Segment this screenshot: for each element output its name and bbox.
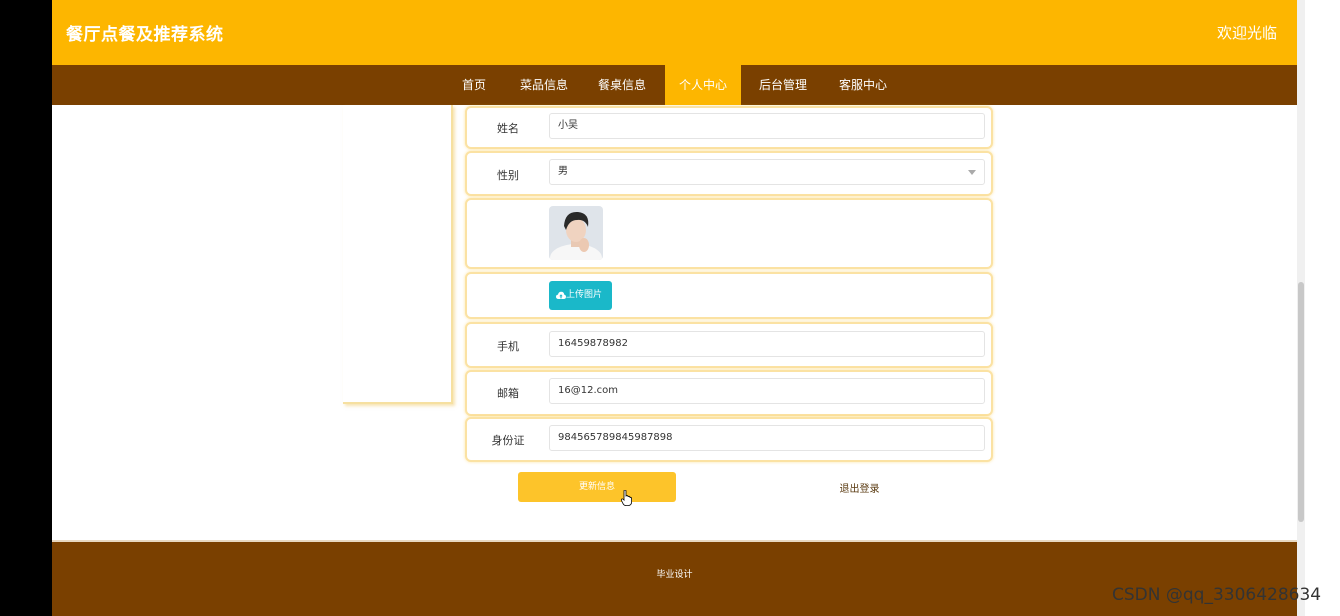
site-title: 餐厅点餐及推荐系统: [66, 25, 224, 45]
gender-select[interactable]: 男: [549, 159, 985, 185]
nav-item-admin[interactable]: 后台管理: [753, 65, 813, 105]
footer-text: 毕业设计: [656, 570, 693, 580]
screen-edge: [1305, 0, 1340, 616]
form-row-upload: 上传图片: [465, 272, 993, 319]
form-row-gender: 性别 男: [465, 151, 993, 196]
sidebar-card: [343, 105, 453, 404]
header: 餐厅点餐及推荐系统 欢迎光临: [52, 0, 1297, 65]
user-photo-icon: [549, 206, 603, 260]
watermark: CSDN @qq_3306428634: [1112, 585, 1322, 605]
footer: 毕业设计: [52, 540, 1297, 616]
nav-item-tables[interactable]: 餐桌信息: [593, 65, 651, 105]
update-info-button[interactable]: 更新信息: [518, 472, 676, 502]
nav-item-home[interactable]: 首页: [453, 65, 495, 105]
idcard-input[interactable]: 984565789845987898: [549, 425, 985, 451]
welcome-text: 欢迎光临: [1216, 24, 1277, 42]
name-input[interactable]: 小吴: [549, 113, 985, 139]
hand-cursor-icon: [621, 490, 632, 506]
form-row-email: 邮箱 16@12.com: [465, 370, 993, 416]
gender-label: 性别: [497, 169, 519, 182]
email-label: 邮箱: [497, 387, 519, 400]
chevron-down-icon: [968, 170, 976, 175]
name-label: 姓名: [497, 122, 519, 135]
main-nav: 首页 菜品信息 餐桌信息 个人中心 后台管理 客服中心: [52, 65, 1297, 105]
cloud-upload-icon: [556, 291, 566, 299]
form-row-avatar: [465, 198, 993, 269]
email-input[interactable]: 16@12.com: [549, 378, 985, 404]
nav-item-service[interactable]: 客服中心: [833, 65, 893, 105]
form-row-phone: 手机 16459878982: [465, 322, 993, 368]
nav-item-profile[interactable]: 个人中心: [665, 65, 741, 105]
upload-image-button[interactable]: 上传图片: [549, 281, 612, 310]
form-row-idcard: 身份证 984565789845987898: [465, 417, 993, 462]
gender-value: 男: [558, 166, 568, 177]
scrollbar-thumb[interactable]: [1298, 282, 1304, 522]
phone-label: 手机: [497, 340, 519, 353]
phone-input[interactable]: 16459878982: [549, 331, 985, 357]
scrollbar[interactable]: [1297, 0, 1305, 616]
avatar-image: [549, 206, 603, 260]
form-row-name: 姓名 小吴: [465, 106, 993, 149]
upload-label: 上传图片: [566, 290, 603, 300]
nav-item-dishes[interactable]: 菜品信息: [515, 65, 573, 105]
idcard-label: 身份证: [491, 434, 525, 447]
logout-link[interactable]: 退出登录: [822, 480, 897, 495]
page: 餐厅点餐及推荐系统 欢迎光临 首页 菜品信息 餐桌信息 个人中心 后台管理 客服…: [52, 0, 1297, 616]
